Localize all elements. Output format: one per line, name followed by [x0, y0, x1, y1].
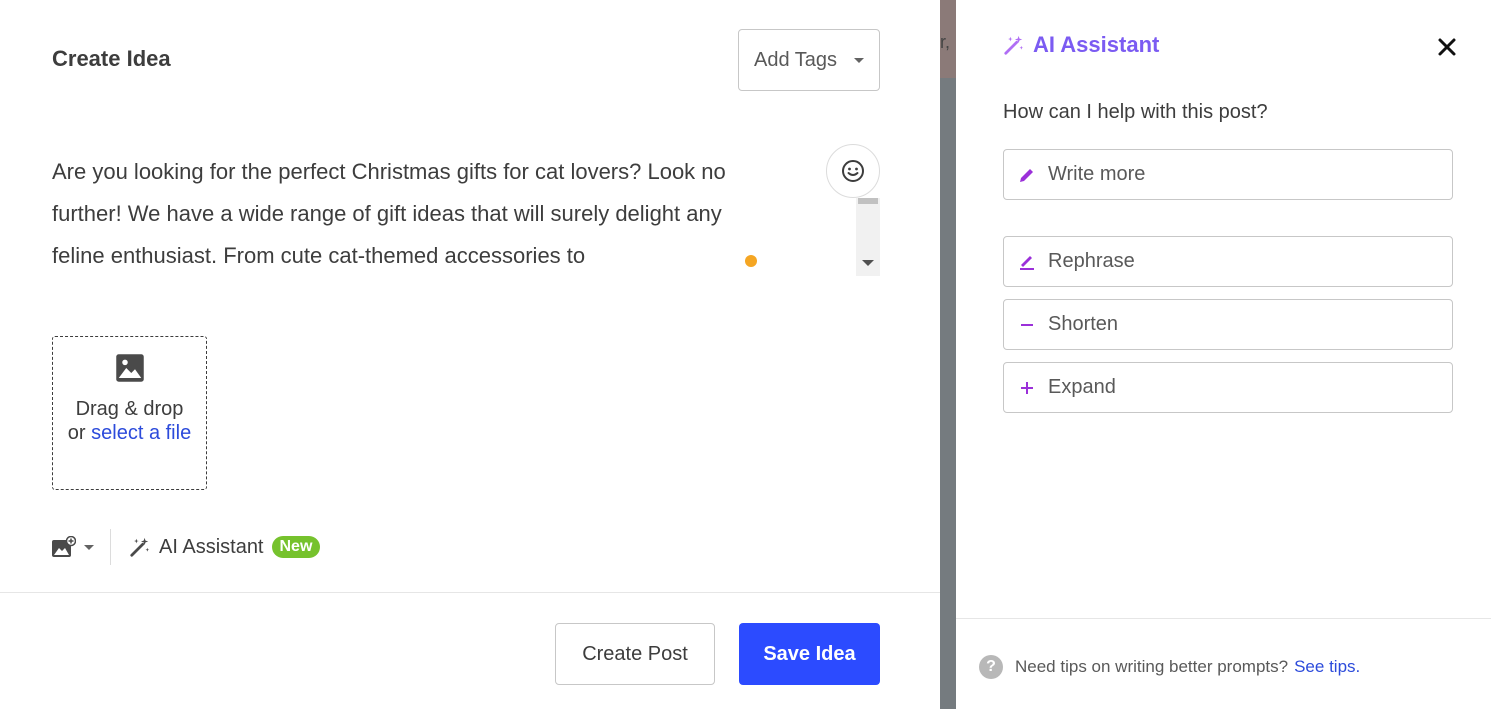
plus-icon: [1021, 381, 1033, 394]
ai-footer-divider: [956, 618, 1491, 619]
dropzone-line: Drag & drop: [75, 398, 184, 420]
minus-icon: [1021, 323, 1033, 326]
ai-assistant-label: AI Assistant: [159, 535, 264, 558]
idea-text-editor[interactable]: Are you looking for the perfect Christma…: [52, 151, 772, 277]
smiley-icon: [842, 160, 864, 182]
expand-button[interactable]: Expand: [1003, 362, 1453, 413]
dropzone-or: or: [67, 422, 92, 444]
close-icon[interactable]: [1436, 36, 1458, 58]
editor-scrollbar-thumb[interactable]: [858, 198, 878, 204]
chevron-down-icon: [854, 58, 864, 63]
pencil-icon: [1020, 168, 1033, 182]
magic-wand-icon: [1004, 35, 1024, 55]
ai-prompt-question: How can I help with this post?: [1003, 101, 1268, 123]
option-label: Write more: [1048, 163, 1146, 185]
add-media-button[interactable]: [52, 536, 94, 558]
modal-backdrop: r,: [940, 0, 956, 709]
tips-row: ? Need tips on writing better prompts? S…: [979, 655, 1360, 679]
media-dropzone[interactable]: Drag & drop or select a file: [52, 336, 207, 490]
help-icon: ?: [979, 655, 1003, 679]
rephrase-icon: [1020, 255, 1034, 270]
see-tips-link[interactable]: See tips.: [1294, 657, 1360, 677]
ai-panel-title-text: AI Assistant: [1033, 32, 1160, 57]
save-idea-button[interactable]: Save Idea: [739, 623, 880, 685]
option-label: Expand: [1048, 376, 1116, 398]
ai-panel-title: AI Assistant: [1003, 32, 1159, 58]
shorten-button[interactable]: Shorten: [1003, 299, 1453, 350]
chevron-down-icon[interactable]: [84, 544, 94, 550]
emoji-picker-button[interactable]: [826, 144, 880, 198]
backdrop-text: r,: [940, 32, 951, 52]
write-more-button[interactable]: Write more: [1003, 149, 1453, 200]
create-post-button[interactable]: Create Post: [555, 623, 715, 685]
add-tags-dropdown[interactable]: Add Tags: [738, 29, 880, 91]
add-tags-label: Add Tags: [754, 48, 838, 71]
tips-text: Need tips on writing better prompts?: [1015, 657, 1289, 676]
new-badge: New: [271, 536, 321, 558]
page-title: Create Idea: [52, 46, 171, 71]
ai-assistant-button[interactable]: AI Assistant New: [129, 535, 321, 559]
option-label: Shorten: [1048, 313, 1119, 335]
scroll-down-arrow-icon[interactable]: [862, 260, 874, 266]
image-icon: [116, 354, 144, 382]
ai-assistant-panel: AI Assistant How can I help with this po…: [956, 0, 1491, 709]
dropzone-text: Drag & drop or select a file: [53, 397, 206, 445]
select-file-link[interactable]: select a file: [91, 422, 191, 444]
add-photo-icon: [52, 536, 76, 557]
toolbar-divider: [110, 529, 111, 565]
rephrase-button[interactable]: Rephrase: [1003, 236, 1453, 287]
create-idea-panel: Create Idea Add Tags Are you looking for…: [0, 0, 940, 709]
cursor-indicator-dot: [745, 255, 757, 267]
footer-divider: [0, 592, 940, 593]
magic-wand-icon: [130, 537, 150, 557]
option-label: Rephrase: [1048, 250, 1135, 272]
editor-toolbar: AI Assistant New: [52, 528, 321, 566]
